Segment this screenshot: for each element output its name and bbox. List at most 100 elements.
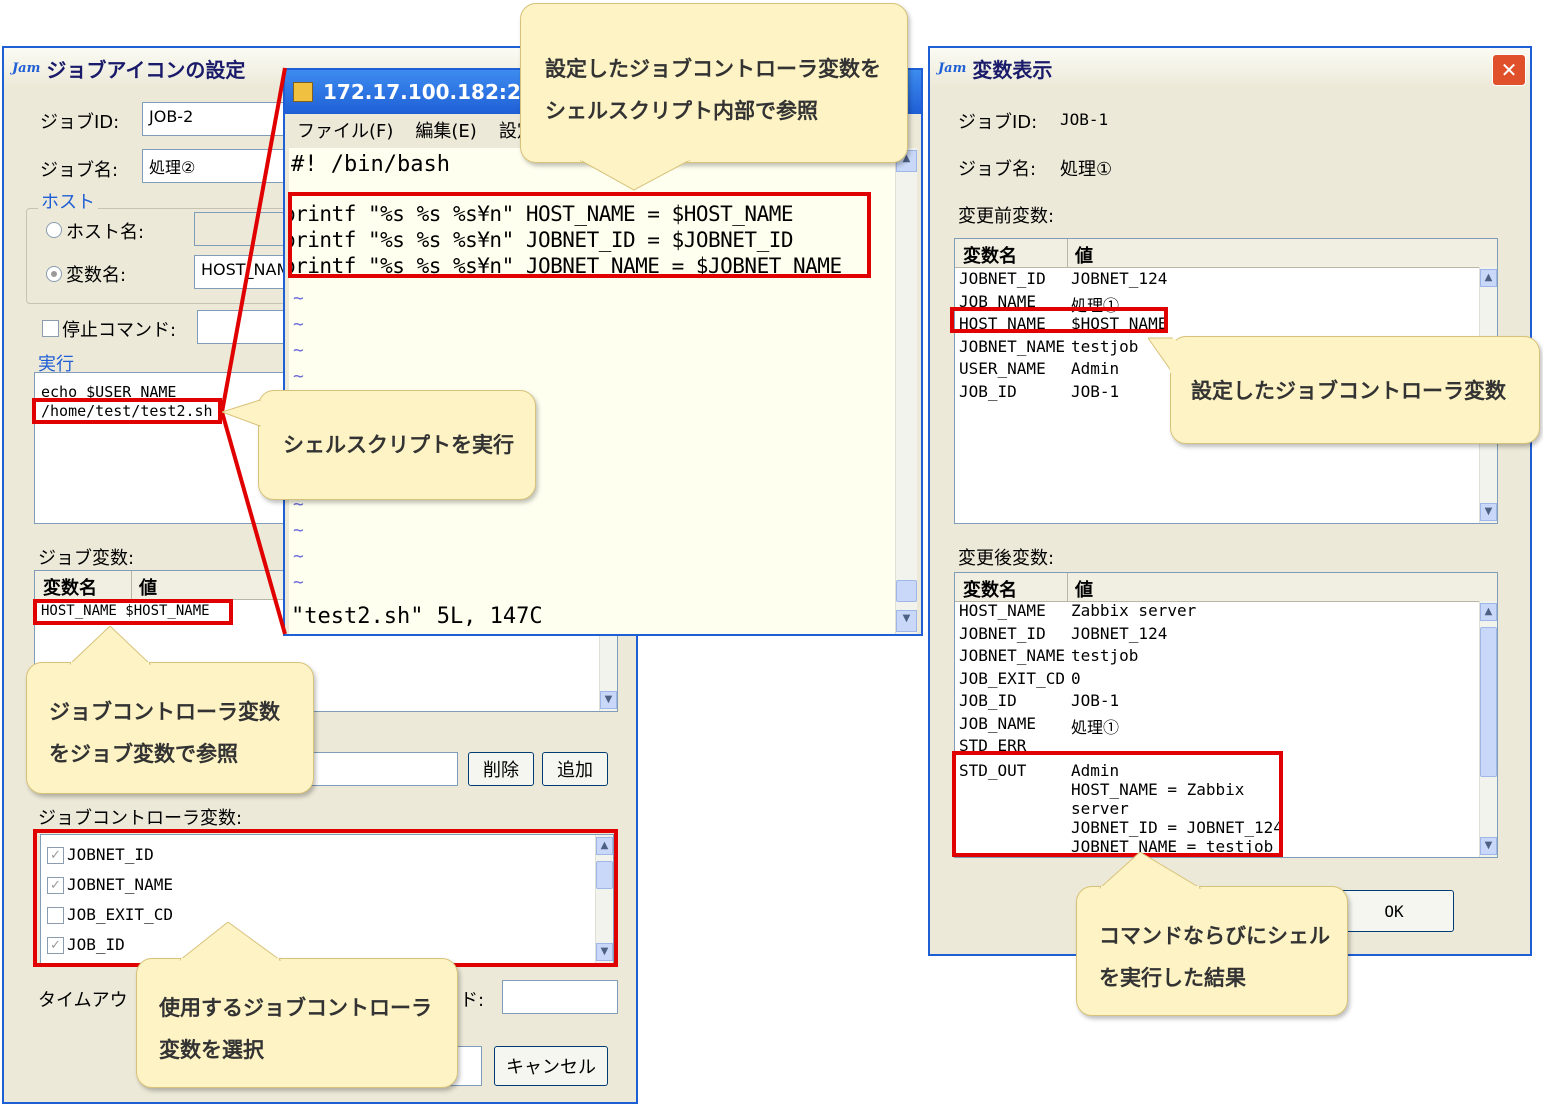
col-name-header: 変数名 — [43, 578, 97, 599]
table-row-value[interactable]: testjob — [1071, 646, 1138, 665]
col-value-header: 値 — [1075, 580, 1093, 601]
job-id-value: JOB-1 — [1060, 110, 1109, 129]
scroll-thumb[interactable] — [896, 580, 917, 602]
before-vars-label: 変更前変数: — [958, 206, 1055, 227]
timeout-label-right: ド: — [460, 990, 485, 1011]
stop-command-label: 停止コマンド: — [62, 320, 177, 341]
callout-tail — [1100, 852, 1202, 890]
tilde-line: ~ — [293, 546, 304, 567]
host-name-radio[interactable] — [46, 222, 62, 238]
timeout-field[interactable] — [502, 980, 618, 1014]
callout-tail — [222, 399, 262, 427]
ok-button[interactable]: OK — [1334, 890, 1454, 932]
tilde-line: ~ — [293, 340, 304, 361]
callout-tail — [180, 922, 282, 962]
callout-line: コマンドならびにシェル — [1099, 924, 1330, 948]
table-row-value[interactable]: JOB-1 — [1071, 691, 1119, 710]
table-row-name[interactable]: JOBNET_NAME — [959, 337, 1065, 356]
job-var-row-highlight — [33, 599, 233, 625]
terminal-app-icon — [293, 82, 313, 102]
host-group-label: ホスト — [38, 188, 98, 214]
window-title: ジョブアイコンの設定 — [46, 57, 246, 82]
table-row-name[interactable]: HOST_NAME — [959, 601, 1046, 620]
tilde-line: ~ — [293, 572, 304, 593]
callout-run-shell: シェルスクリプトを実行 — [258, 390, 536, 500]
table-row-value[interactable]: Zabbix server — [1071, 601, 1196, 620]
terminal-title: 172.17.100.182:22 - — [323, 80, 550, 104]
callout-line: をジョブ変数で参照 — [49, 742, 238, 766]
tilde-line: ~ — [293, 520, 304, 541]
scroll-down-button[interactable]: ▼ — [1480, 837, 1497, 855]
job-var-input[interactable] — [304, 752, 458, 786]
table-row-value[interactable]: 0 — [1071, 669, 1081, 688]
add-button[interactable]: 追加 — [542, 752, 608, 786]
table-row-name[interactable]: JOB_ID — [959, 382, 1017, 401]
exec-line-highlight — [32, 398, 222, 424]
ctrl-vars-highlight — [33, 829, 618, 967]
job-id-label: ジョブID: — [958, 112, 1038, 133]
table-row-value[interactable]: JOB-1 — [1071, 382, 1119, 401]
std-out-highlight — [952, 751, 1283, 857]
table-row-value[interactable]: 処理① — [1071, 714, 1119, 738]
table-row-name[interactable]: JOB_ID — [959, 691, 1017, 710]
ctrl-vars-label: ジョブコントローラ変数: — [38, 808, 243, 829]
callout-line: を実行した結果 — [1099, 966, 1246, 990]
cancel-button[interactable]: キャンセル — [494, 1046, 608, 1086]
table-header: 変数名 値 — [955, 239, 1497, 268]
code-lines-highlight — [288, 192, 871, 278]
scroll-up-button[interactable]: ▲ — [1480, 603, 1497, 621]
table-row-value[interactable]: JOBNET_124 — [1071, 269, 1167, 288]
table-row-value[interactable]: Admin — [1071, 359, 1119, 378]
job-name-label: ジョブ名: — [958, 159, 1037, 180]
table-row-name[interactable]: JOB_NAME — [959, 714, 1036, 733]
delete-button[interactable]: 削除 — [468, 752, 534, 786]
close-icon[interactable]: ✕ — [1492, 54, 1526, 86]
app-logo: Jam — [938, 60, 967, 76]
scroll-up-button[interactable]: ▲ — [1480, 269, 1497, 287]
table-row-name[interactable]: JOBNET_ID — [959, 624, 1046, 643]
terminal-scrollbar[interactable]: ▲ ▼ — [895, 148, 917, 634]
callout-tail — [70, 626, 152, 666]
callout-line: 設定したジョブコントローラ変数 — [1191, 379, 1506, 403]
table-row-value[interactable]: JOBNET_124 — [1071, 624, 1167, 643]
scroll-down-button[interactable]: ▼ — [600, 691, 617, 709]
stop-command-checkbox[interactable] — [42, 320, 59, 337]
table-row-value[interactable]: testjob — [1071, 337, 1138, 356]
menu-edit[interactable]: 編集(E) — [415, 117, 476, 143]
scroll-thumb[interactable] — [1480, 627, 1497, 777]
callout-line: シェルスクリプトを実行 — [283, 433, 514, 457]
var-name-radio[interactable] — [46, 266, 62, 282]
col-value-header: 値 — [1075, 246, 1093, 267]
col-name-header: 変数名 — [963, 580, 1017, 601]
menu-file[interactable]: ファイル(F) — [297, 117, 393, 143]
table-header: 変数名 値 — [955, 573, 1497, 602]
job-name-field[interactable]: 処理② — [142, 149, 302, 183]
shebang-line: #! /bin/bash — [291, 152, 450, 177]
scroll-down-button[interactable]: ▼ — [896, 610, 917, 632]
host-name-label: ホスト名: — [66, 222, 145, 243]
job-id-field[interactable]: JOB-2 — [142, 102, 302, 136]
host-name-var-highlight — [950, 307, 1168, 333]
job-id-label: ジョブID: — [40, 112, 120, 133]
table-row-name[interactable]: JOB_EXIT_CD — [959, 669, 1065, 688]
after-vars-label: 変更後変数: — [958, 548, 1055, 569]
tilde-line: ~ — [293, 366, 304, 387]
callout-line: ジョブコントローラ変数 — [49, 700, 280, 724]
tilde-line: ~ — [293, 314, 304, 335]
job-name-value: 処理① — [1060, 159, 1113, 180]
table-row-name[interactable]: JOBNET_NAME — [959, 646, 1065, 665]
status-line: "test2.sh" 5L, 147C — [291, 604, 543, 629]
callout-tail — [580, 160, 691, 191]
tilde-line: ~ — [293, 288, 304, 309]
callout-line: シェルスクリプト内部で参照 — [545, 99, 818, 123]
table-row-name[interactable]: JOBNET_ID — [959, 269, 1046, 288]
app-logo: Jam — [12, 60, 41, 76]
table-row-name[interactable]: USER_NAME — [959, 359, 1046, 378]
callout-line: 変数を選択 — [159, 1038, 264, 1062]
col-value-header: 値 — [139, 578, 157, 599]
callout-job-var-ref: ジョブコントローラ変数 をジョブ変数で参照 — [26, 662, 314, 794]
title-bar[interactable]: Jam 変数表示 — [930, 48, 1530, 88]
scroll-down-button[interactable]: ▼ — [1480, 503, 1497, 521]
scrollbar[interactable]: ▲ ▼ — [1479, 601, 1497, 857]
callout-select-vars: 使用するジョブコントローラ 変数を選択 — [136, 958, 458, 1088]
